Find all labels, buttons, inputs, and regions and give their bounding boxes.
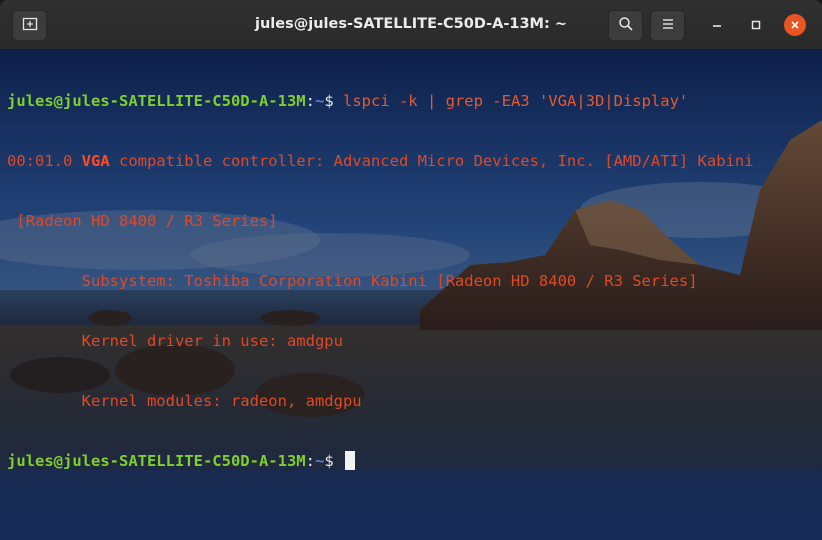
terminal-area[interactable]: jules@jules-SATELLITE-C50D-A-13M:~$ lspc… — [0, 50, 822, 540]
terminal-output: jules@jules-SATELLITE-C50D-A-13M:~$ lspc… — [7, 51, 812, 511]
output-line: Kernel modules: radeon, amdgpu — [7, 392, 362, 410]
menu-button[interactable] — [650, 10, 685, 41]
search-icon — [618, 16, 634, 36]
output-line: Kernel driver in use: amdgpu — [7, 332, 343, 350]
window-title: jules@jules-SATELLITE-C50D-A-13M: ~ — [255, 16, 567, 32]
text-cursor — [345, 451, 355, 470]
prompt-user-host: jules@jules-SATELLITE-C50D-A-13M — [7, 92, 306, 110]
close-icon — [789, 16, 801, 35]
prompt-path: ~ — [314, 452, 325, 470]
prompt-symbol: $ — [324, 452, 334, 470]
minimize-icon — [711, 16, 723, 35]
new-tab-button[interactable] — [12, 10, 47, 41]
minimize-button[interactable] — [706, 14, 728, 36]
output-prefix: 00:01.0 — [7, 152, 82, 170]
command-line: jules@jules-SATELLITE-C50D-A-13M:~$ lspc… — [7, 91, 812, 111]
terminal-window: jules@jules-SATELLITE-C50D-A-13M: ~ jule… — [0, 0, 822, 540]
output-rest: compatible controller: Advanced Micro De… — [109, 152, 754, 170]
maximize-icon — [750, 16, 762, 35]
close-button[interactable] — [784, 14, 806, 36]
search-button[interactable] — [608, 10, 643, 41]
output-line: [Radeon HD 8400 / R3 Series] — [7, 212, 278, 230]
output-line: Subsystem: Toshiba Corporation Kabini [R… — [7, 272, 698, 290]
active-prompt-line[interactable]: jules@jules-SATELLITE-C50D-A-13M:~$ — [7, 451, 812, 471]
hamburger-menu-icon — [661, 16, 675, 35]
maximize-button[interactable] — [745, 14, 767, 36]
output-highlight: VGA — [81, 152, 110, 170]
output-line: 00:01.0 VGA compatible controller: Advan… — [7, 151, 812, 171]
header-bar: jules@jules-SATELLITE-C50D-A-13M: ~ — [0, 0, 822, 50]
prompt-symbol: $ — [324, 92, 334, 110]
scrollbar[interactable] — [814, 54, 820, 534]
new-tab-icon — [22, 16, 38, 36]
prompt-user-host: jules@jules-SATELLITE-C50D-A-13M — [7, 452, 306, 470]
prompt-separator: : — [305, 92, 315, 110]
prompt-separator: : — [305, 452, 315, 470]
command-text: lspci -k | grep -EA3 'VGA|3D|Display' — [333, 92, 689, 110]
prompt-path: ~ — [314, 92, 325, 110]
